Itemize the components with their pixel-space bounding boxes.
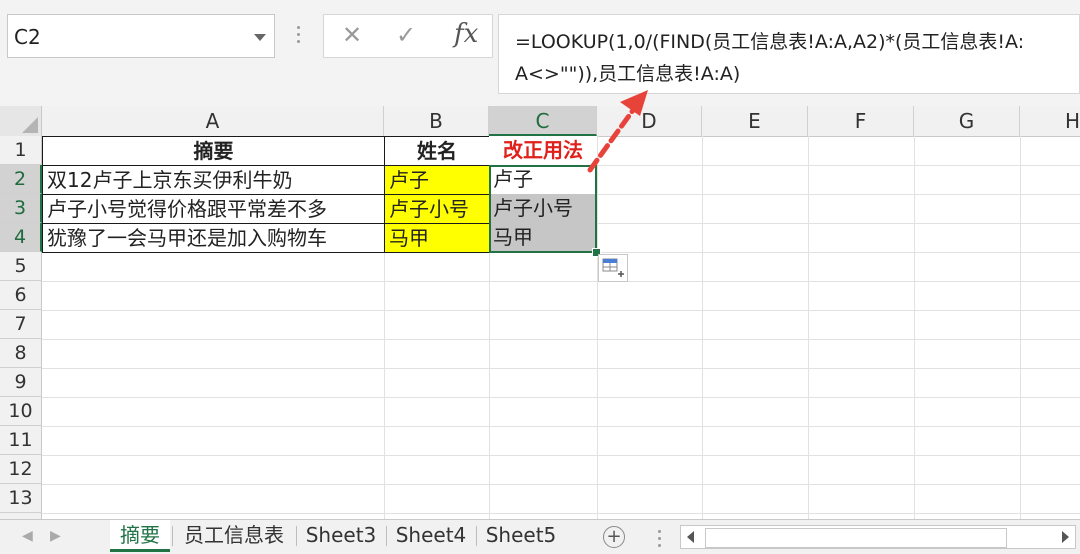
row-header-6[interactable]: 6 bbox=[0, 281, 42, 310]
check-icon[interactable]: ✓ bbox=[396, 21, 416, 49]
cell-a3[interactable]: 卢子小号觉得价格跟平常差不多 bbox=[42, 194, 385, 224]
quick-analysis-button[interactable] bbox=[598, 254, 628, 282]
close-icon[interactable]: ✕ bbox=[342, 21, 362, 49]
ribbon-edge bbox=[0, 0, 1080, 8]
gridline bbox=[42, 281, 1080, 282]
scroll-tabs-left-icon[interactable]: ◀ bbox=[22, 528, 33, 544]
cell-a2[interactable]: 双12卢子上京东买伊利牛奶 bbox=[42, 165, 385, 195]
scroll-tabs-right-icon[interactable]: ▶ bbox=[50, 528, 61, 544]
gridline bbox=[42, 397, 1080, 398]
gridline bbox=[42, 455, 1080, 456]
name-box[interactable]: C2 bbox=[7, 14, 275, 58]
gridline bbox=[42, 310, 1080, 311]
cell-b1[interactable]: 姓名 bbox=[384, 136, 490, 166]
column-header-g[interactable]: G bbox=[914, 106, 1020, 136]
sheet-tab-sheet5[interactable]: Sheet5 bbox=[478, 520, 564, 552]
tab-separator bbox=[476, 526, 477, 546]
gridline bbox=[42, 484, 1080, 485]
row-header-5[interactable]: 5 bbox=[0, 252, 42, 281]
sheet-tab-员工信息表[interactable]: 员工信息表 bbox=[174, 520, 294, 552]
insert-function-button[interactable]: fx bbox=[454, 19, 478, 49]
tab-separator bbox=[172, 526, 173, 546]
scroll-left-icon[interactable] bbox=[687, 531, 694, 543]
column-header-c[interactable]: C bbox=[489, 106, 597, 136]
cell-b2[interactable]: 卢子 bbox=[384, 165, 490, 195]
scrollbar-thumb[interactable] bbox=[705, 528, 1007, 548]
column-header-d[interactable]: D bbox=[597, 106, 702, 136]
spreadsheet-grid[interactable]: A B C D E F G H 1 2 3 4 5 6 7 8 9 10 11 … bbox=[0, 106, 1080, 519]
formula-buttons: ✕ ✓ fx bbox=[323, 14, 493, 58]
cell-b3[interactable]: 卢子小号 bbox=[384, 194, 490, 224]
row-header-4[interactable]: 4 bbox=[0, 223, 42, 252]
selection-border bbox=[489, 165, 597, 253]
row-header-12[interactable]: 12 bbox=[0, 455, 42, 484]
cell-a1[interactable]: 摘要 bbox=[42, 136, 385, 166]
formula-bar-area: C2 ✕ ✓ fx =LOOKUP(1,0/(FIND(员工信息表!A:A,A2… bbox=[0, 8, 1080, 106]
column-header-b[interactable]: B bbox=[384, 106, 489, 136]
column-header-a[interactable]: A bbox=[42, 106, 384, 136]
select-all-button[interactable] bbox=[0, 106, 42, 136]
formula-input[interactable]: =LOOKUP(1,0/(FIND(员工信息表!A:A,A2)*(员工信息表!A… bbox=[498, 14, 1080, 94]
sheet-tab-bar: ◀ ▶ 摘要 员工信息表 Sheet3 Sheet4 Sheet5 + bbox=[0, 519, 1080, 554]
formula-line-1: =LOOKUP(1,0/(FIND(员工信息表!A:A,A2)*(员工信息表!A… bbox=[515, 31, 1025, 53]
name-box-value: C2 bbox=[14, 25, 41, 49]
sheet-tab-sheet4[interactable]: Sheet4 bbox=[388, 520, 474, 552]
tab-separator bbox=[296, 526, 297, 546]
row-header-7[interactable]: 7 bbox=[0, 310, 42, 339]
horizontal-scrollbar[interactable] bbox=[680, 525, 1076, 549]
tab-separator bbox=[386, 526, 387, 546]
column-header-e[interactable]: E bbox=[702, 106, 808, 136]
row-header-8[interactable]: 8 bbox=[0, 339, 42, 368]
chevron-down-icon[interactable] bbox=[254, 34, 266, 41]
drag-handle-icon[interactable] bbox=[297, 26, 301, 46]
quick-analysis-icon bbox=[602, 258, 624, 277]
row-header-11[interactable]: 11 bbox=[0, 426, 42, 455]
row-header-1[interactable]: 1 bbox=[0, 136, 42, 165]
add-sheet-button[interactable]: + bbox=[603, 526, 625, 548]
sheet-tab-sheet3[interactable]: Sheet3 bbox=[298, 520, 384, 552]
row-header-9[interactable]: 9 bbox=[0, 368, 42, 397]
column-header-f[interactable]: F bbox=[808, 106, 914, 136]
gridline bbox=[42, 368, 1080, 369]
cell-b4[interactable]: 马甲 bbox=[384, 223, 490, 253]
formula-line-2: A<>"")),员工信息表!A:A) bbox=[515, 63, 741, 85]
column-header-h[interactable]: H bbox=[1020, 106, 1080, 136]
row-header-2[interactable]: 2 bbox=[0, 165, 42, 194]
scroll-right-icon[interactable] bbox=[1062, 531, 1069, 543]
row-header-13[interactable]: 13 bbox=[0, 484, 42, 513]
gridline bbox=[42, 339, 1080, 340]
gridline bbox=[42, 426, 1080, 427]
cell-a4[interactable]: 犹豫了一会马甲还是加入购物车 bbox=[42, 223, 385, 253]
drag-handle-icon[interactable] bbox=[658, 530, 662, 551]
row-header-10[interactable]: 10 bbox=[0, 397, 42, 426]
column-header-row: A B C D E F G H bbox=[0, 106, 1080, 137]
cell-c1[interactable]: 改正用法 bbox=[489, 136, 597, 165]
gridline bbox=[42, 513, 1080, 514]
row-header-3[interactable]: 3 bbox=[0, 194, 42, 223]
sheet-tab-摘要[interactable]: 摘要 bbox=[110, 520, 170, 552]
